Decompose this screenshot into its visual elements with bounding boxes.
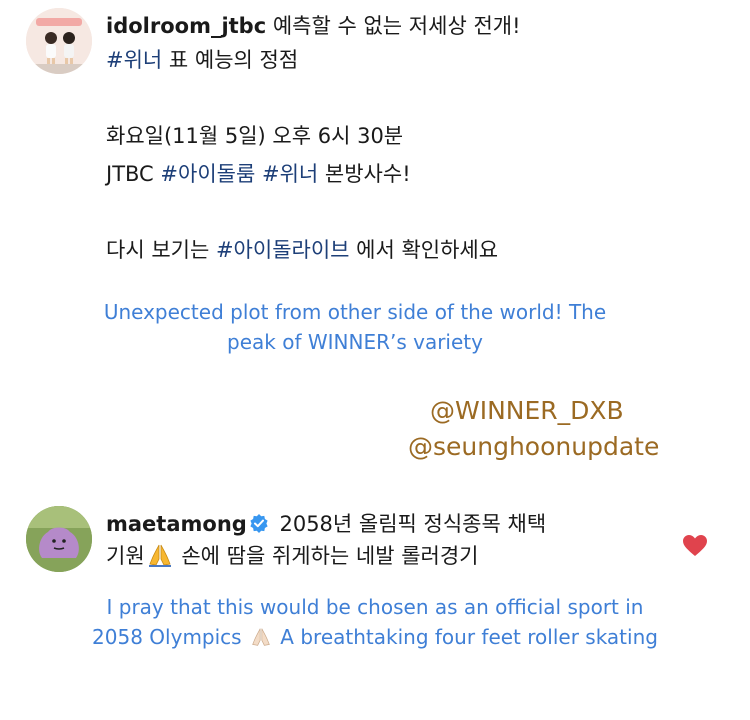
broadcast-prefix: JTBC [106,162,161,186]
translation-line1: Unexpected plot from other side of the w… [103,300,607,324]
translation-text: 2058 Olympics [92,625,248,649]
comment-text: 2058년 올림픽 정식종목 채택 [272,512,547,536]
post-caption-line1: idolroom_jtbc 예측할 수 없는 저세상 전개! [106,10,521,42]
comment-text: 기원 [106,544,145,568]
comment-line1: maetamong 2058년 올림픽 정식종목 채택 [106,508,546,540]
heart-icon[interactable] [682,534,708,558]
replay-prefix: 다시 보기는 [106,238,216,262]
caption-text: 표 예능의 정점 [162,48,299,72]
post-caption-line2: #위너 표 예능의 정점 [106,44,298,76]
caption-text: 예측할 수 없는 저세상 전개! [272,14,521,38]
credit-handle-1: @WINNER_DXB [430,396,624,425]
praying-hands-emoji [252,628,270,646]
comment-line2: 기원 손에 땀을 쥐게하는 네발 롤러경기 [106,540,479,572]
translation-line1: I pray that this would be chosen as an o… [106,595,644,619]
comment-text: 손에 땀을 쥐게하는 네발 롤러경기 [174,544,479,568]
replay-line: 다시 보기는 #아이돌라이브 에서 확인하세요 [106,234,498,266]
translation-line2: 2058 Olympics A breathtaking four feet r… [0,622,750,652]
schedule-text: 화요일(11월 5일) 오후 6시 30분 [106,124,404,148]
broadcast-suffix: 본방사수! [318,162,411,186]
avatar[interactable] [26,8,92,74]
hashtag-winner[interactable]: #위너 [106,48,162,72]
verified-badge-icon [250,514,268,533]
hashtag-idollive[interactable]: #아이돌라이브 [216,238,350,262]
credit-handle-2: @seunghoonupdate [408,432,660,461]
post-username[interactable]: idolroom_jtbc [106,14,266,38]
translation-line2: peak of WINNER’s variety [227,330,483,354]
replay-suffix: 에서 확인하세요 [349,238,499,262]
commenter-username[interactable]: maetamong [106,512,247,536]
hashtag-winner[interactable]: #위너 [262,162,318,186]
translation-text: A breathtaking four feet roller skating [273,625,658,649]
hashtag-idolroom[interactable]: #아이돌룸 [160,162,255,186]
commenter-avatar[interactable] [26,506,92,572]
broadcast-line: JTBC #아이돌룸 #위너 본방사수! [106,158,411,190]
praying-hands-emoji [148,544,171,567]
